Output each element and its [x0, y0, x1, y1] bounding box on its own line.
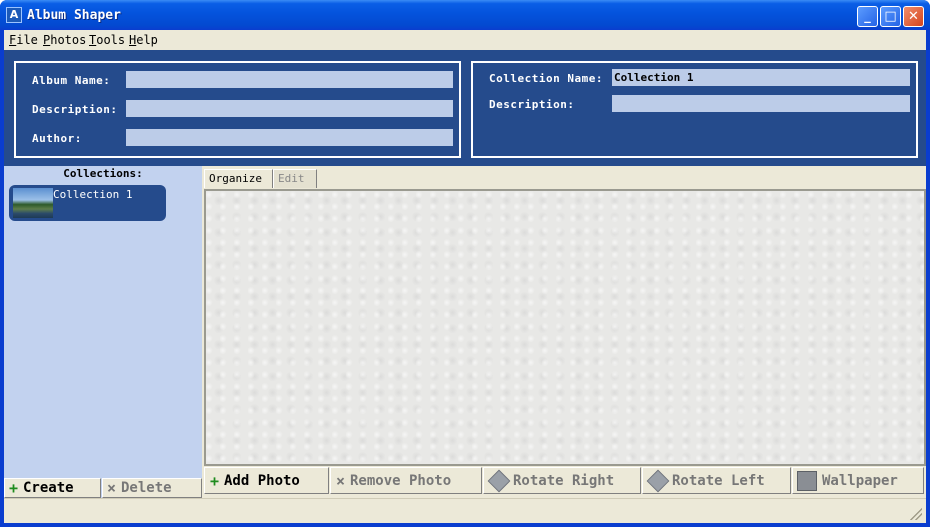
app-window: A Album Shaper _ □ ✕ File Photos Tools H…	[0, 0, 930, 527]
delete-label: Delete	[121, 480, 172, 496]
remove-photo-label: Remove Photo	[350, 473, 452, 489]
wallpaper-label: Wallpaper	[822, 473, 898, 489]
author-input[interactable]	[126, 129, 453, 146]
collection-description-input[interactable]	[612, 95, 910, 112]
add-photo-button[interactable]: + Add Photo	[204, 467, 329, 494]
author-label: Author:	[32, 132, 82, 145]
collection-name-input[interactable]	[612, 69, 910, 86]
album-name-label: Album Name:	[32, 74, 111, 87]
wallpaper-icon	[797, 471, 817, 491]
collection-info-group: Collection Name: Description:	[471, 61, 918, 158]
create-label: Create	[23, 480, 74, 496]
collection-item-label: Collection 1	[53, 188, 133, 201]
tab-organize[interactable]: Organize	[204, 169, 273, 188]
plus-icon: +	[210, 472, 220, 490]
menu-help[interactable]: Help	[129, 33, 158, 47]
status-bar	[4, 498, 926, 523]
collection-list-item[interactable]: Collection 1	[9, 185, 166, 221]
remove-photo-button[interactable]: × Remove Photo	[330, 467, 482, 494]
add-photo-label: Add Photo	[224, 473, 300, 489]
collection-name-label: Collection Name:	[489, 72, 603, 85]
collections-heading: Collections:	[63, 167, 143, 180]
rotate-left-icon	[646, 469, 670, 493]
album-shaper-app-icon: A	[6, 7, 22, 23]
tab-edit[interactable]: Edit	[273, 169, 317, 188]
close-button[interactable]: ✕	[903, 6, 924, 27]
resize-grip-icon[interactable]	[910, 508, 922, 520]
wallpaper-button[interactable]: Wallpaper	[792, 467, 924, 494]
create-collection-button[interactable]: + Create	[4, 478, 101, 498]
collections-panel: Collections: Collection 1 + Create × Del…	[4, 166, 202, 498]
window-title: Album Shaper	[27, 8, 121, 23]
rotate-left-button[interactable]: Rotate Left	[642, 467, 791, 494]
rotate-right-label: Rotate Right	[513, 473, 615, 489]
menu-photos[interactable]: Photos	[43, 33, 86, 47]
album-name-input[interactable]	[126, 71, 453, 88]
album-description-input[interactable]	[126, 100, 453, 117]
landscape-thumbnail	[13, 188, 53, 218]
x-icon: ×	[336, 472, 346, 490]
menu-tools[interactable]: Tools	[89, 33, 125, 47]
rotate-left-label: Rotate Left	[672, 473, 765, 489]
album-info-area: Album Name: Description: Author: Collect…	[4, 50, 926, 166]
minimize-button[interactable]: _	[857, 6, 878, 27]
main-area: Collections: Collection 1 + Create × Del…	[4, 166, 926, 498]
photo-organize-area[interactable]	[204, 189, 926, 466]
menu-file[interactable]: File	[9, 33, 38, 47]
rotate-right-button[interactable]: Rotate Right	[483, 467, 641, 494]
collection-description-label: Description:	[489, 98, 575, 111]
rotate-right-icon	[487, 469, 511, 493]
delete-collection-button[interactable]: × Delete	[102, 478, 202, 498]
menu-bar: File Photos Tools Help	[4, 30, 926, 50]
album-description-label: Description:	[32, 103, 118, 116]
album-info-group: Album Name: Description: Author:	[14, 61, 461, 158]
x-icon: ×	[107, 479, 117, 497]
title-bar[interactable]: A Album Shaper _ □ ✕	[0, 0, 930, 30]
maximize-button[interactable]: □	[880, 6, 901, 27]
plus-icon: +	[9, 479, 19, 497]
